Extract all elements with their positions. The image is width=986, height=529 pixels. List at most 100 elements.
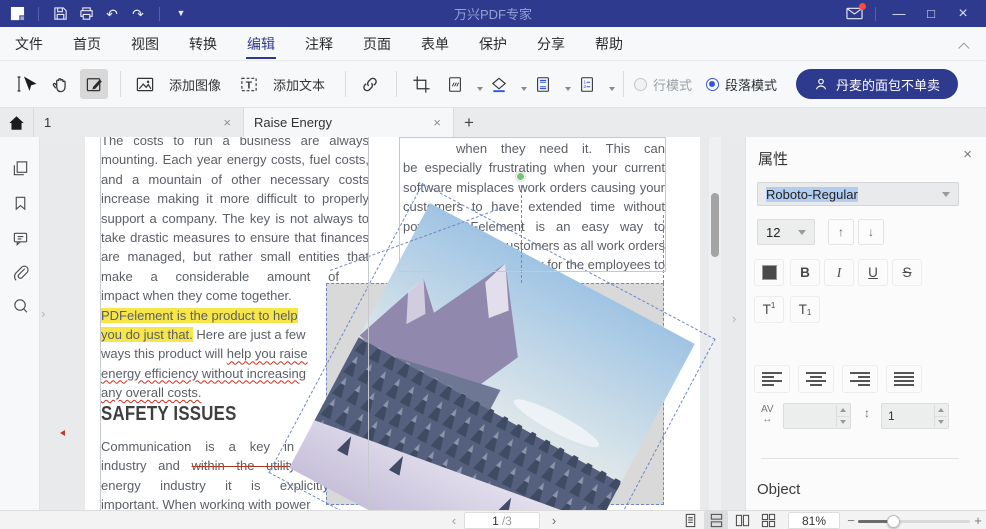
left-panel-expander-icon[interactable]: › (41, 306, 45, 321)
zoom-slider[interactable] (858, 515, 970, 528)
text-line: when they need it. This can (456, 141, 665, 156)
quick-access-caret-icon[interactable]: ▼ (172, 5, 190, 23)
background-caret-icon[interactable] (521, 87, 528, 91)
align-justify-button[interactable] (886, 365, 922, 393)
char-spacing-input[interactable] (783, 403, 851, 429)
superscript-button[interactable]: T1 (754, 296, 784, 323)
font-family-select[interactable]: Roboto-Regular (757, 182, 959, 206)
rotate-handle[interactable] (516, 172, 525, 181)
add-image-label[interactable]: 添加图像 (169, 75, 221, 94)
tab1-close-icon[interactable]: × (221, 115, 233, 130)
background-tool-icon[interactable] (485, 69, 513, 99)
line-spacing-spinner[interactable] (934, 405, 947, 427)
header-footer-caret-icon[interactable] (565, 87, 572, 91)
redo-icon[interactable]: ↷ (129, 5, 147, 23)
select-tool-button[interactable] (12, 69, 40, 99)
continuous-scroll-view-icon[interactable] (704, 511, 728, 529)
home-tab-icon[interactable] (0, 108, 34, 137)
zoom-in-button[interactable]: + (972, 511, 984, 529)
scrollbar-thumb[interactable] (711, 193, 719, 257)
prev-page-button[interactable]: ‹ (446, 511, 462, 529)
bookmarks-panel-icon[interactable] (12, 195, 29, 212)
attachments-panel-icon[interactable] (12, 264, 29, 281)
align-center-button[interactable] (798, 365, 834, 393)
char-spacing-spinner[interactable] (836, 405, 849, 427)
font-size-decrease-button[interactable]: ↓ (858, 219, 884, 245)
menu-convert[interactable]: 转换 (188, 28, 218, 59)
bold-button[interactable]: B (790, 259, 820, 286)
page-number-input[interactable]: 1/3 (464, 512, 540, 529)
menu-edit[interactable]: 编辑 (246, 28, 276, 59)
underline-button[interactable]: U (858, 259, 888, 286)
notification-mail-icon[interactable] (843, 2, 866, 23)
document-canvas[interactable]: The costs to run a business are always mo… (40, 137, 745, 510)
subscript-button[interactable]: T1 (790, 296, 820, 323)
properties-close-icon[interactable]: × (963, 146, 972, 163)
menu-share[interactable]: 分享 (536, 28, 566, 59)
grid-view-icon[interactable] (756, 511, 780, 529)
hand-tool-button[interactable] (46, 69, 74, 99)
comments-panel-icon[interactable] (12, 230, 29, 247)
text-line: support a company. The key is not always… (101, 210, 369, 226)
tab2-close-icon[interactable]: × (431, 115, 443, 130)
menu-view[interactable]: 视图 (130, 28, 160, 59)
watermark-caret-icon[interactable] (477, 87, 484, 91)
font-size-select[interactable]: 12 (757, 219, 815, 245)
tab-raise-energy[interactable]: Raise Energy × (244, 108, 454, 137)
font-select-caret-icon (942, 191, 950, 197)
line-spacing-input[interactable]: 1 (881, 403, 949, 429)
single-page-view-icon[interactable] (678, 511, 702, 529)
add-image-icon[interactable] (131, 69, 159, 99)
line-mode-radio[interactable]: 行模式 (634, 75, 692, 94)
properties-panel: 属性 × Roboto-Regular 12 ↑ ↓ B I U S T1 T1… (745, 137, 986, 510)
menu-protect[interactable]: 保护 (478, 28, 508, 59)
doc-heading: SAFETY ISSUES (101, 403, 237, 425)
italic-button[interactable]: I (824, 259, 854, 286)
align-right-button[interactable] (842, 365, 878, 393)
collapse-ribbon-icon[interactable] (958, 37, 974, 54)
add-text-label[interactable]: 添加文本 (273, 75, 325, 94)
menu-file[interactable]: 文件 (14, 28, 44, 59)
two-page-view-icon[interactable] (730, 511, 754, 529)
zoom-level-input[interactable]: 81% (788, 512, 840, 529)
print-icon[interactable] (77, 5, 95, 23)
vertical-scrollbar[interactable] (709, 137, 721, 510)
pdfelement-window: ↶ ↷ ▼ 万兴PDF专家 — □ × 文件 首页 视图 转换 编辑 注释 页面… (0, 0, 986, 529)
right-panel-expander-icon[interactable]: › (732, 311, 736, 326)
menu-comment[interactable]: 注释 (304, 28, 334, 59)
font-color-button[interactable] (754, 259, 784, 286)
strikethrough-button[interactable]: S (892, 259, 922, 286)
save-icon[interactable] (51, 5, 69, 23)
zoom-slider-knob[interactable] (887, 515, 900, 528)
menu-page[interactable]: 页面 (362, 28, 392, 59)
text-line: are managed, but rather small entities t… (101, 249, 369, 265)
add-text-icon[interactable]: T (235, 69, 263, 99)
comment-marker[interactable] (60, 430, 65, 436)
menu-form[interactable]: 表单 (420, 28, 450, 59)
edit-object-tool-button[interactable] (80, 69, 108, 99)
zoom-out-button[interactable]: − (845, 511, 857, 529)
watermark-tool-icon[interactable] (441, 69, 469, 99)
new-tab-button[interactable]: + (454, 108, 484, 137)
bates-numbering-tool-icon[interactable]: 12 (573, 69, 601, 99)
menu-help[interactable]: 帮助 (594, 28, 624, 59)
person-icon (815, 78, 827, 90)
bates-caret-icon[interactable] (609, 87, 616, 91)
font-size-increase-button[interactable]: ↑ (828, 219, 854, 245)
maximize-button[interactable]: □ (918, 4, 944, 24)
next-page-button[interactable]: › (546, 511, 562, 529)
account-button[interactable]: 丹麦的面包不单卖 (795, 69, 958, 99)
align-left-button[interactable] (754, 365, 790, 393)
minimize-button[interactable]: — (886, 4, 912, 24)
close-button[interactable]: × (950, 4, 976, 24)
menu-home[interactable]: 首页 (72, 28, 102, 59)
link-tool-icon[interactable] (356, 69, 384, 99)
search-panel-icon[interactable] (12, 297, 29, 314)
thumbnails-panel-icon[interactable] (12, 160, 29, 177)
paragraph-mode-radio[interactable]: 段落模式 (706, 75, 777, 94)
header-footer-tool-icon[interactable] (529, 69, 557, 99)
tab-document-1[interactable]: 1 × (34, 108, 244, 137)
undo-icon[interactable]: ↶ (103, 5, 121, 23)
text-line: make a considerable amount of (101, 268, 339, 284)
crop-tool-icon[interactable] (407, 69, 435, 99)
